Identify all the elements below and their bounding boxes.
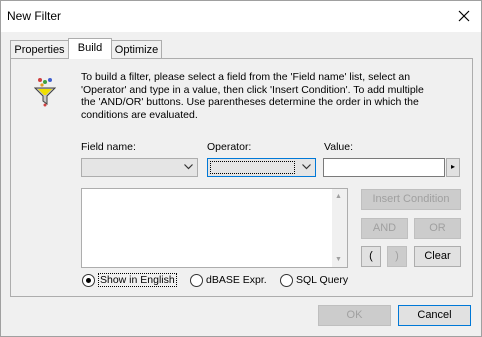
window-title: New Filter: [7, 9, 62, 23]
close-paren-button[interactable]: ): [387, 246, 407, 267]
insert-condition-button[interactable]: Insert Condition: [361, 189, 461, 210]
radio-selected-dot: [86, 278, 91, 283]
filter-funnel-icon: [34, 78, 56, 107]
ok-button[interactable]: OK: [318, 305, 391, 326]
operator-dropdown[interactable]: [207, 158, 316, 177]
condition-textarea[interactable]: ▲ ▼: [81, 188, 348, 268]
radio-circle: [280, 274, 293, 287]
or-button[interactable]: OR: [414, 218, 461, 239]
tab-properties-label: Properties: [14, 44, 65, 56]
title-bar: New Filter: [1, 1, 481, 32]
close-icon: [458, 10, 470, 22]
tab-properties[interactable]: Properties: [10, 40, 69, 58]
value-input[interactable]: [323, 158, 445, 177]
scroll-up-icon[interactable]: ▲: [335, 193, 342, 200]
scrollbar[interactable]: ▲ ▼: [332, 189, 347, 267]
value-label: Value:: [324, 141, 353, 153]
radio-circle: [190, 274, 203, 287]
cancel-button[interactable]: Cancel: [398, 305, 471, 326]
instructions-text: To build a filter, please select a field…: [81, 71, 424, 121]
arrow-right-icon: ▸: [451, 162, 456, 171]
open-paren-button[interactable]: (: [361, 246, 381, 267]
tab-build-label: Build: [77, 42, 103, 54]
tab-optimize-label: Optimize: [114, 44, 159, 56]
chevron-down-icon: [302, 164, 311, 170]
focus-indicator: [210, 161, 295, 174]
scroll-down-icon[interactable]: ▼: [335, 256, 342, 263]
operator-label: Operator:: [207, 141, 252, 153]
and-button[interactable]: AND: [361, 218, 408, 239]
field-name-label: Field name:: [81, 141, 136, 153]
radio-label: SQL Query: [296, 274, 349, 286]
field-name-dropdown[interactable]: [81, 158, 198, 177]
radio-label: Show in English: [98, 273, 177, 287]
chevron-down-icon: [184, 164, 193, 170]
tab-optimize[interactable]: Optimize: [111, 40, 162, 58]
close-button[interactable]: [453, 5, 475, 27]
clear-button[interactable]: Clear: [414, 246, 461, 267]
new-filter-dialog: New Filter Properties Build Optimize To …: [0, 0, 482, 337]
radio-circle: [82, 274, 95, 287]
tab-build[interactable]: Build: [68, 38, 112, 59]
radio-label: dBASE Expr.: [206, 274, 267, 286]
value-picker-button[interactable]: ▸: [446, 158, 460, 177]
